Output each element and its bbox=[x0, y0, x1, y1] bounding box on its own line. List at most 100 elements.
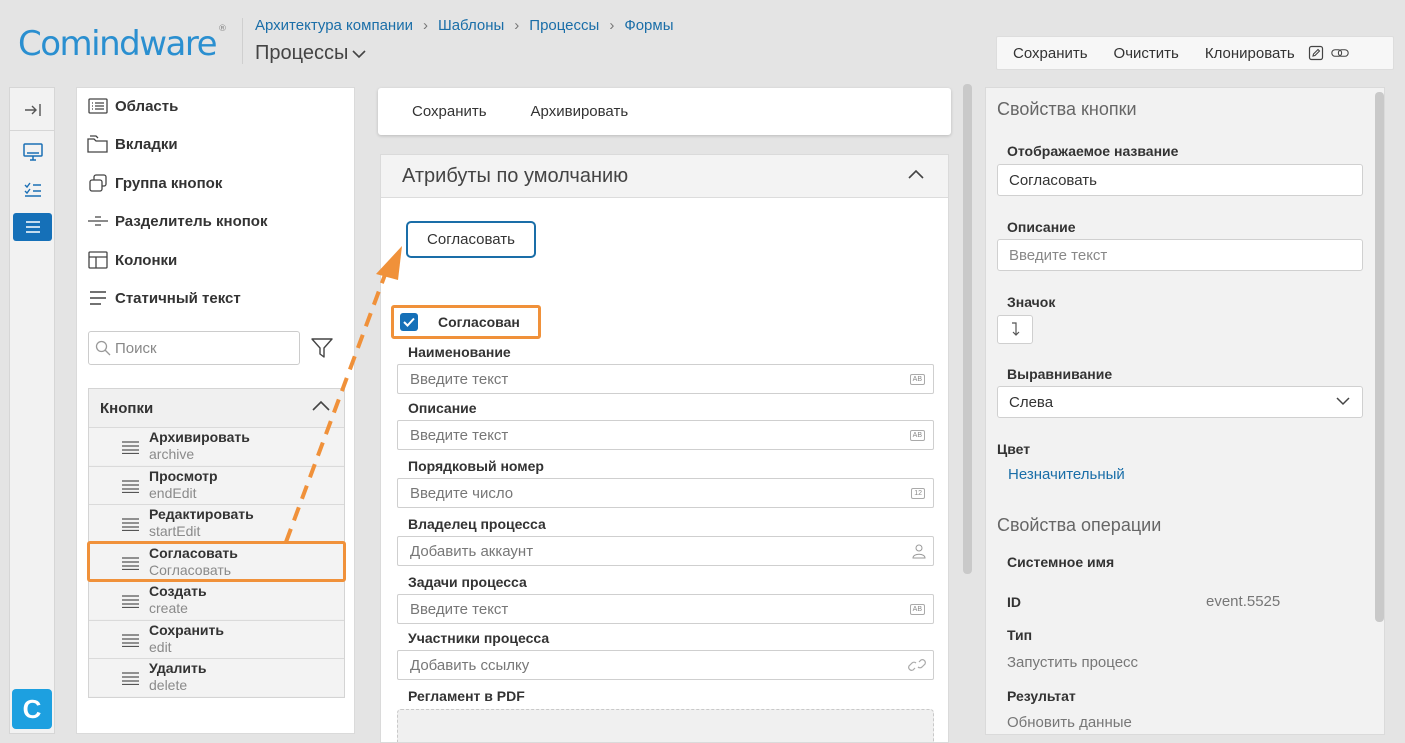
id-label: ID bbox=[1007, 594, 1021, 610]
button-item-create[interactable]: Создать create bbox=[89, 581, 344, 619]
save-button[interactable]: Сохранить bbox=[1013, 45, 1088, 62]
sequence-number-input[interactable]: Введите число 12 bbox=[397, 478, 934, 508]
form-layout-icon[interactable] bbox=[13, 213, 52, 241]
text-field-icon: AB bbox=[909, 374, 925, 385]
link-icon bbox=[908, 659, 926, 671]
divider-icon bbox=[87, 212, 109, 230]
columns-icon bbox=[87, 251, 109, 269]
drag-lines-icon bbox=[122, 595, 139, 608]
description-input[interactable]: Введите текст bbox=[997, 239, 1363, 271]
number-field-icon: 12 bbox=[911, 488, 925, 499]
type-label: Тип bbox=[1007, 627, 1033, 643]
app-logo[interactable]: Comindware ® bbox=[18, 24, 227, 64]
tabs-icon bbox=[87, 135, 109, 153]
result-value: Обновить данные bbox=[1007, 714, 1132, 731]
icon-label: Значок bbox=[1007, 294, 1056, 310]
arrow-down-icon bbox=[1012, 321, 1020, 336]
header-divider bbox=[242, 18, 243, 64]
process-participants-input[interactable]: Добавить ссылку bbox=[397, 650, 934, 680]
breadcrumb-separator-icon: › bbox=[609, 17, 615, 34]
clear-button[interactable]: Очистить bbox=[1114, 45, 1179, 62]
alignment-select[interactable]: Слева bbox=[997, 386, 1363, 418]
button-item-save[interactable]: Сохранить edit bbox=[89, 620, 344, 658]
link-icon[interactable] bbox=[1330, 44, 1349, 62]
component-button-group[interactable]: Группа кнопок bbox=[87, 174, 222, 192]
drag-lines-icon bbox=[122, 480, 139, 493]
logo-registered-mark: ® bbox=[218, 24, 227, 34]
color-label: Цвет bbox=[997, 441, 1031, 457]
field-label: Задачи процесса bbox=[408, 574, 527, 590]
form-save-button[interactable]: Сохранить bbox=[412, 103, 487, 120]
approved-checkbox-field[interactable]: Согласован bbox=[391, 305, 541, 339]
component-columns[interactable]: Колонки bbox=[87, 251, 177, 269]
field-label: Описание bbox=[408, 400, 477, 416]
center-scrollbar[interactable] bbox=[963, 84, 972, 574]
form-canvas: Атрибуты по умолчанию Согласовать Соглас… bbox=[380, 154, 949, 743]
component-static-text[interactable]: Статичный текст bbox=[87, 289, 241, 307]
properties-scrollbar[interactable] bbox=[1375, 92, 1384, 622]
form-archive-button[interactable]: Архивировать bbox=[531, 103, 629, 120]
list-icon bbox=[87, 97, 109, 115]
component-area[interactable]: Область bbox=[87, 97, 178, 115]
process-tasks-input[interactable]: Введите текст AB bbox=[397, 594, 934, 624]
component-tabs[interactable]: Вкладки bbox=[87, 135, 178, 153]
type-value: Запустить процесс bbox=[1007, 654, 1139, 671]
header-toolbar: Сохранить Очистить Клонировать bbox=[996, 36, 1394, 70]
drag-lines-icon bbox=[122, 672, 139, 685]
text-icon bbox=[87, 289, 109, 307]
chevron-up-icon bbox=[908, 169, 924, 179]
display-name-input[interactable]: Согласовать bbox=[997, 164, 1363, 196]
breadcrumb-item[interactable]: Архитектура компании bbox=[255, 17, 413, 34]
left-rail: C bbox=[9, 87, 55, 734]
desktop-view-icon[interactable] bbox=[13, 138, 52, 166]
id-value: event.5525 bbox=[1206, 593, 1281, 610]
icon-picker[interactable] bbox=[997, 315, 1033, 344]
drag-lines-icon bbox=[122, 441, 139, 454]
component-button-divider[interactable]: Разделитель кнопок bbox=[87, 212, 267, 230]
clone-button[interactable]: Клонировать bbox=[1205, 45, 1295, 62]
rail-divider bbox=[10, 130, 54, 131]
text-field-icon: AB bbox=[909, 604, 925, 615]
component-search-input[interactable]: Поиск bbox=[88, 331, 300, 365]
color-link[interactable]: Незначительный bbox=[1008, 466, 1125, 483]
chevron-down-icon bbox=[352, 49, 366, 58]
breadcrumb: Архитектура компании › Шаблоны › Процессы ›… bbox=[255, 17, 674, 34]
field-label: Участники процесса bbox=[408, 630, 550, 646]
result-label: Результат bbox=[1007, 688, 1076, 704]
edit-icon[interactable] bbox=[1307, 44, 1325, 62]
breadcrumb-separator-icon: › bbox=[514, 17, 520, 34]
field-label: Владелец процесса bbox=[408, 516, 546, 532]
drag-lines-icon bbox=[122, 634, 139, 647]
field-label: Регламент в PDF bbox=[408, 688, 525, 704]
collapse-panel-icon[interactable] bbox=[13, 96, 52, 124]
breadcrumb-item[interactable]: Процессы bbox=[529, 17, 599, 34]
button-item-delete[interactable]: Удалить delete bbox=[89, 658, 344, 696]
checklist-icon[interactable] bbox=[13, 176, 52, 204]
drag-arrow-annotation bbox=[284, 246, 402, 543]
breadcrumb-item[interactable]: Шаблоны bbox=[438, 17, 504, 34]
system-name-label: Системное имя bbox=[1007, 554, 1115, 570]
page-title[interactable]: Процессы bbox=[255, 42, 366, 65]
breadcrumb-item[interactable]: Формы bbox=[624, 17, 673, 34]
form-toolbar: Сохранить Архивировать bbox=[378, 88, 951, 135]
operation-properties-title: Свойства операции bbox=[997, 515, 1162, 535]
description-input[interactable]: Введите текст AB bbox=[397, 420, 934, 450]
alignment-label: Выравнивание bbox=[1007, 366, 1113, 382]
button-properties-title: Свойства кнопки bbox=[997, 99, 1137, 119]
user-icon bbox=[912, 544, 926, 559]
properties-panel: Свойства кнопки Отображаемое название Со… bbox=[985, 87, 1385, 735]
breadcrumb-separator-icon: › bbox=[422, 17, 428, 34]
comindware-app-icon[interactable]: C bbox=[12, 689, 52, 729]
drag-lines-icon bbox=[122, 518, 139, 531]
process-owner-input[interactable]: Добавить аккаунт bbox=[397, 536, 934, 566]
chevron-down-icon bbox=[1336, 397, 1350, 406]
approve-button[interactable]: Согласовать bbox=[406, 221, 536, 258]
field-label: Наименование bbox=[408, 344, 511, 360]
search-icon bbox=[95, 340, 111, 356]
button-group-icon bbox=[87, 174, 109, 192]
name-input[interactable]: Введите текст AB bbox=[397, 364, 934, 394]
section-header[interactable]: Атрибуты по умолчанию bbox=[381, 155, 948, 198]
display-name-label: Отображаемое название bbox=[1007, 143, 1179, 159]
field-label: Порядковый номер bbox=[408, 458, 544, 474]
pdf-dropzone[interactable] bbox=[397, 709, 934, 742]
